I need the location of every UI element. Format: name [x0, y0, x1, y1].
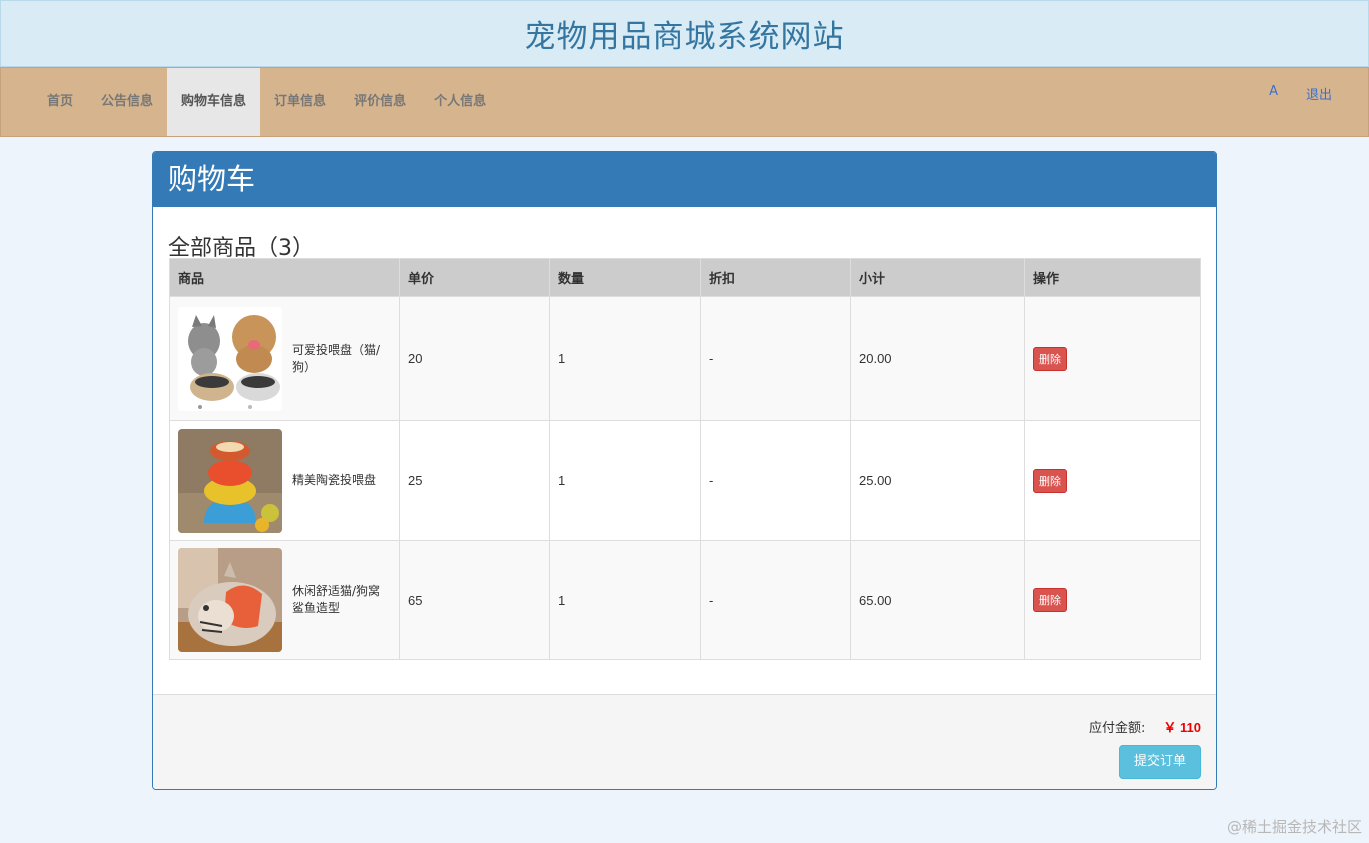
total-amount: ￥ 110 [1163, 720, 1201, 735]
submit-order-button[interactable]: 提交订单 [1119, 745, 1201, 779]
product-cell: 精美陶瓷投喂盘 [169, 420, 400, 541]
discount-cell: - [700, 420, 851, 541]
col-header-subtotal: 小计 [850, 258, 1025, 297]
price-cell: 20 [399, 296, 550, 421]
table-header-row: 商品 单价 数量 折扣 小计 操作 [169, 258, 1201, 297]
col-header-price: 单价 [399, 258, 550, 297]
nav-item-orders[interactable]: 订单信息 [260, 68, 340, 136]
price-cell: 65 [399, 540, 550, 660]
qty-cell: 1 [549, 540, 701, 660]
col-header-action: 操作 [1024, 258, 1201, 297]
cart-panel: 购物车 全部商品（3） 商品 单价 数量 折扣 小计 操作 可爱投喂盘（猫/狗）… [152, 151, 1217, 790]
action-cell: 删除 [1024, 420, 1201, 541]
nav-item-profile[interactable]: 个人信息 [420, 68, 500, 136]
nav-user-area: A 退出 [1255, 84, 1346, 103]
watermark: @稀土掘金技术社区 [1226, 818, 1362, 836]
col-header-product: 商品 [169, 258, 400, 297]
qty-cell: 1 [549, 420, 701, 541]
nav-menu: 首页 公告信息 购物车信息 订单信息 评价信息 个人信息 [33, 68, 500, 136]
total-line: 应付金额: ￥ 110 [1089, 717, 1201, 736]
cart-table: 商品 单价 数量 折扣 小计 操作 可爱投喂盘（猫/狗） 20 1 - 20.0… [169, 258, 1201, 660]
table-row: 休闲舒适猫/狗窝鲨鱼造型 65 1 - 65.00 删除 [169, 540, 1201, 660]
panel-heading: 购物车 [153, 152, 1216, 207]
action-cell: 删除 [1024, 540, 1201, 660]
discount-cell: - [700, 540, 851, 660]
subtotal-cell: 25.00 [850, 420, 1025, 541]
subtotal-cell: 65.00 [850, 540, 1025, 660]
nav-item-cart[interactable]: 购物车信息 [167, 68, 261, 136]
product-name[interactable]: 精美陶瓷投喂盘 [292, 472, 384, 489]
product-name[interactable]: 休闲舒适猫/狗窝鲨鱼造型 [292, 583, 384, 617]
col-header-discount: 折扣 [700, 258, 851, 297]
product-image-shark-pet-bed[interactable] [178, 548, 282, 652]
user-name-link[interactable]: A [1255, 84, 1292, 103]
delete-button[interactable]: 删除 [1033, 588, 1067, 612]
nav-item-notices[interactable]: 公告信息 [87, 68, 167, 136]
product-image-ceramic-feeder[interactable] [178, 428, 282, 533]
price-cell: 25 [399, 420, 550, 541]
table-row: 可爱投喂盘（猫/狗） 20 1 - 20.00 删除 [169, 296, 1201, 421]
product-name[interactable]: 可爱投喂盘（猫/狗） [292, 342, 384, 376]
total-label: 应付金额: [1089, 721, 1146, 736]
panel-footer: 应付金额: ￥ 110 提交订单 [153, 694, 1216, 789]
nav-item-reviews[interactable]: 评价信息 [340, 68, 420, 136]
product-cell: 休闲舒适猫/狗窝鲨鱼造型 [169, 540, 400, 660]
logout-link[interactable]: 退出 [1292, 84, 1346, 103]
nav-item-home[interactable]: 首页 [33, 68, 87, 136]
action-cell: 删除 [1024, 296, 1201, 421]
product-cell: 可爱投喂盘（猫/狗） [169, 296, 400, 421]
site-header: 宠物用品商城系统网站 [0, 0, 1369, 67]
qty-cell: 1 [549, 296, 701, 421]
product-image-cat-dog-feeder[interactable] [178, 306, 282, 411]
main-navbar: 首页 公告信息 购物车信息 订单信息 评价信息 个人信息 A 退出 [0, 67, 1369, 137]
delete-button[interactable]: 删除 [1033, 468, 1067, 493]
site-title: 宠物用品商城系统网站 [524, 19, 845, 55]
discount-cell: - [700, 296, 851, 421]
subtotal-cell: 20.00 [850, 296, 1025, 421]
delete-button[interactable]: 删除 [1033, 346, 1067, 371]
table-row: 精美陶瓷投喂盘 25 1 - 25.00 删除 [169, 420, 1201, 541]
col-header-qty: 数量 [549, 258, 701, 297]
